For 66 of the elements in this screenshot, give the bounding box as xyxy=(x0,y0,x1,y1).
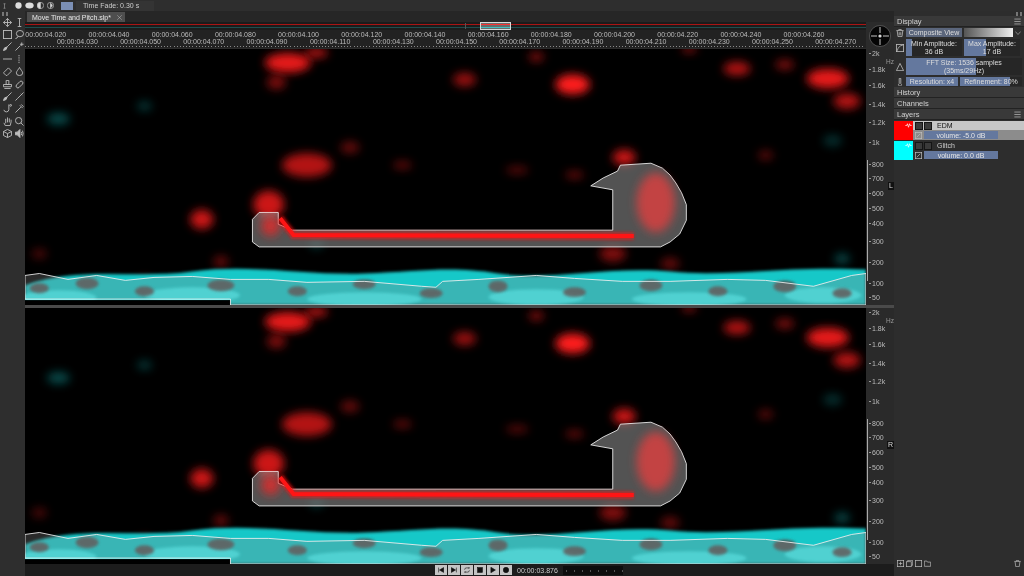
stamp-icon[interactable] xyxy=(2,79,12,89)
play-button[interactable] xyxy=(487,565,499,575)
loop-icon xyxy=(464,567,470,573)
selection-region[interactable] xyxy=(252,162,687,248)
circle-icon[interactable] xyxy=(15,2,22,9)
color-swatch[interactable] xyxy=(61,1,73,10)
record-icon xyxy=(503,567,509,573)
speaker-icon[interactable] xyxy=(14,129,24,139)
layer-color-swatch[interactable] xyxy=(894,121,913,140)
crosshair-icon[interactable] xyxy=(869,24,891,47)
split-circle-icon[interactable] xyxy=(47,2,54,9)
trash-icon[interactable] xyxy=(1014,559,1021,567)
selection-region[interactable] xyxy=(25,532,866,564)
level-meter xyxy=(562,565,623,575)
half-circle-icon[interactable] xyxy=(37,2,44,9)
curve-icon[interactable] xyxy=(896,43,904,52)
close-icon[interactable] xyxy=(117,14,122,20)
waveform-icon xyxy=(905,143,912,148)
waveform-icon xyxy=(905,123,912,128)
spectrogram-drawing[interactable] xyxy=(25,308,866,564)
dashed-line-icon[interactable] xyxy=(18,54,20,64)
lasso-icon[interactable] xyxy=(14,30,24,40)
menu-icon[interactable] xyxy=(1014,110,1021,118)
square-icon[interactable] xyxy=(2,30,12,40)
eraser-icon[interactable] xyxy=(2,67,12,77)
layer-color-swatch[interactable] xyxy=(894,141,913,160)
brush-icon[interactable] xyxy=(2,92,12,102)
menu-icon[interactable] xyxy=(1014,17,1021,25)
cube-icon[interactable] xyxy=(2,129,12,139)
duplicate-icon[interactable] xyxy=(906,559,913,567)
wand-icon[interactable] xyxy=(14,42,24,52)
skip-forward-button[interactable] xyxy=(448,565,460,575)
stop-button[interactable] xyxy=(474,565,486,575)
triangle-icon[interactable] xyxy=(896,62,904,71)
spectrogram-drawing[interactable] xyxy=(25,49,866,305)
thermometer-icon[interactable] xyxy=(896,77,904,86)
selection-region[interactable] xyxy=(25,273,866,305)
ellipse-icon[interactable] xyxy=(25,2,34,9)
text-cursor-icon[interactable] xyxy=(2,1,7,10)
folder-icon[interactable] xyxy=(924,559,931,567)
stop-icon xyxy=(477,567,483,573)
square-icon[interactable] xyxy=(915,559,922,567)
skip-back-icon xyxy=(438,567,444,573)
slash-square-icon[interactable] xyxy=(915,151,922,159)
move-icon[interactable] xyxy=(2,17,12,27)
drop-icon[interactable] xyxy=(14,67,24,77)
plus-square-icon[interactable] xyxy=(897,559,904,567)
grip-icon[interactable] xyxy=(1016,11,1022,16)
line-icon[interactable] xyxy=(2,58,12,61)
grip-icon[interactable] xyxy=(2,11,8,16)
play-icon xyxy=(490,567,496,573)
search-icon[interactable] xyxy=(14,116,24,126)
brush-icon[interactable] xyxy=(2,42,12,52)
hook-icon[interactable] xyxy=(2,104,12,114)
selection-region[interactable] xyxy=(252,421,687,507)
dropper-icon[interactable] xyxy=(14,92,24,102)
bandage-icon[interactable] xyxy=(14,79,24,89)
skip-back-button[interactable] xyxy=(435,565,447,575)
trash-icon[interactable] xyxy=(896,28,904,37)
record-button[interactable] xyxy=(500,565,512,575)
hand-icon[interactable] xyxy=(2,116,12,126)
colormap-dropdown[interactable] xyxy=(964,28,1022,37)
time-ruler[interactable] xyxy=(25,30,866,48)
skip-forward-icon xyxy=(451,567,457,573)
caret-icon xyxy=(1015,30,1021,35)
pipette-icon[interactable] xyxy=(14,104,24,114)
